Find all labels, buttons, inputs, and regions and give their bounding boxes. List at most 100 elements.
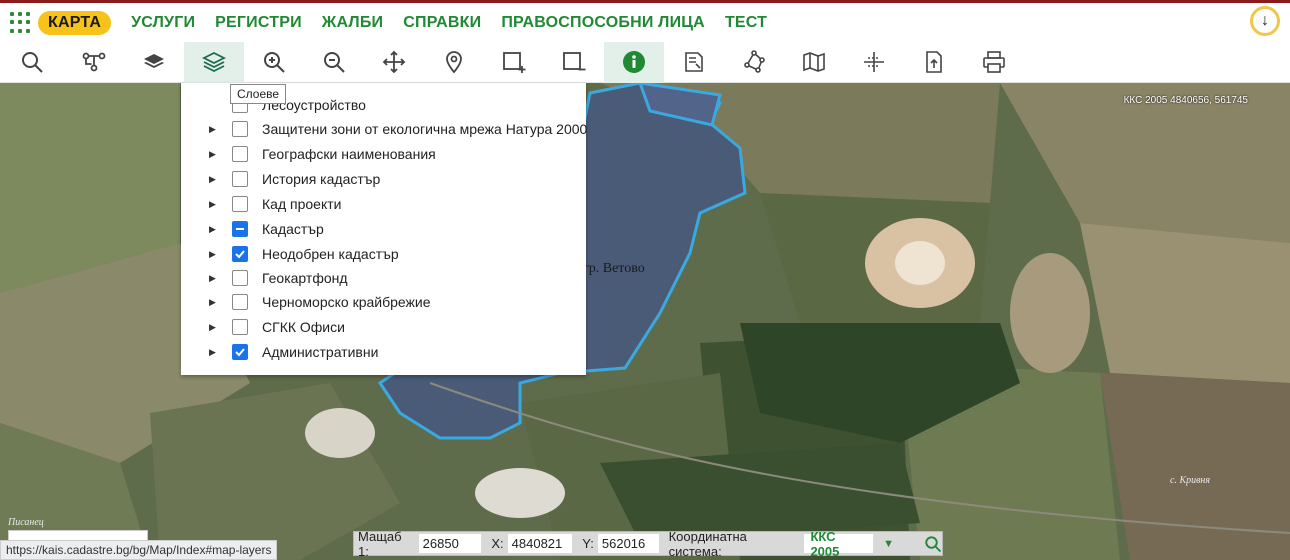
remove-rectangle-tool[interactable] [544,42,604,83]
nav-item-licensed-persons[interactable]: ПРАВОСПОСОБНИ ЛИЦА [501,14,705,32]
nav-item-registers[interactable]: РЕГИСТРИ [215,14,302,32]
zoom-in-tool[interactable] [244,42,304,83]
coordinate-system-select[interactable]: ККС 2005 [804,529,874,559]
layer-row[interactable]: ▶ История кадастър [181,167,586,191]
edit-document-tool[interactable] [664,42,724,83]
remove-rectangle-icon [563,52,586,71]
expand-arrow-icon[interactable]: ▶ [209,199,216,210]
layer-row[interactable]: ▶ Кадастър [181,217,586,241]
expand-arrow-icon[interactable]: ▶ [209,174,216,185]
nav-item-services[interactable]: УСЛУГИ [131,14,195,32]
expand-arrow-icon[interactable]: ▶ [209,322,216,333]
print-tool[interactable] [964,42,1024,83]
map-toolbar [0,41,1290,83]
download-button[interactable]: ↓ [1250,6,1280,36]
checkmark-icon [235,250,245,259]
polygon-tool[interactable] [724,42,784,83]
zoom-in-icon [264,52,285,73]
layer-row[interactable]: ▶ Географски наименования [181,142,586,166]
map-icon [803,52,825,72]
nav-item-map[interactable]: КАРТА [38,10,112,35]
expand-arrow-icon[interactable]: ▶ [209,273,216,284]
layer-label: История кадастър [262,171,381,187]
indeterminate-icon [236,228,244,230]
nav-item-test[interactable]: ТЕСТ [725,14,767,32]
nav-item-references[interactable]: СПРАВКИ [403,14,481,32]
layer-checkbox[interactable] [232,121,248,137]
search-icon [925,535,942,552]
pan-icon [382,50,406,74]
coordinate-readout: ККС 2005 4840656, 561745 [1123,95,1248,106]
layer-row[interactable]: ▶ Неодобрен кадастър [181,242,586,266]
expand-arrow-icon[interactable]: ▶ [209,149,216,160]
coordinate-search-button[interactable] [924,535,942,553]
scale-label: Мащаб 1: [358,528,402,559]
upload-document-tool[interactable] [904,42,964,83]
village-label-2: Писанец [8,517,44,528]
top-navigation: КАРТА УСЛУГИ РЕГИСТРИ ЖАЛБИ СПРАВКИ ПРАВ… [0,0,1290,42]
village-label: с. Кривня [1170,475,1211,486]
print-icon [983,51,1005,73]
layer-checkbox[interactable] [232,319,248,335]
expand-arrow-icon[interactable]: ▶ [209,347,216,358]
expand-arrow-icon[interactable]: ▶ [209,124,216,135]
layers-tooltip: Слоеве [230,84,287,104]
layer-row[interactable]: ▶ Черноморско крайбрежие [181,290,586,314]
checkmark-icon [235,348,245,357]
search-tool[interactable] [0,42,64,83]
y-coordinate-input[interactable]: 562016 [597,534,659,553]
zoom-out-tool[interactable] [304,42,364,83]
layer-row[interactable]: ▶ Геокартфонд [181,266,586,290]
layer-label: Геокартфонд [262,270,348,286]
crosshair-tool[interactable] [844,42,904,83]
add-rectangle-tool[interactable] [484,42,544,83]
map-view-tool[interactable] [784,42,844,83]
nav-item-complaints[interactable]: ЖАЛБИ [322,14,383,32]
route-tool[interactable] [64,42,124,83]
layer-checkbox[interactable] [232,171,248,187]
add-rectangle-icon [503,52,526,73]
info-tool[interactable] [604,41,664,83]
layer-row[interactable]: ▶ Административни [181,340,586,364]
crosshair-icon [864,52,884,72]
route-icon [82,52,106,72]
layer-label: Географски наименования [262,146,436,162]
x-label: X: [491,536,504,551]
layers-tool[interactable] [184,41,244,83]
basemap-icon [144,54,164,68]
layer-row[interactable]: ▶ Защитени зони от екологична мрежа Нату… [181,117,588,141]
zoom-out-icon [324,52,345,73]
layer-label: Административни [262,344,379,360]
layer-checkbox[interactable] [232,270,248,286]
layer-row[interactable]: ▶ Кад проекти [181,192,586,216]
arrow-down-icon: ↓ [1261,12,1269,29]
layer-checkbox[interactable] [232,196,248,212]
expand-arrow-icon[interactable]: ▶ [209,249,216,260]
edit-document-icon [685,52,703,72]
scale-input[interactable]: 26850 [418,534,482,553]
apps-grid-icon[interactable] [10,11,32,34]
pan-tool[interactable] [364,42,424,83]
layer-label: Кад проекти [262,196,342,212]
x-coordinate-input[interactable]: 4840821 [507,534,573,553]
expand-arrow-icon[interactable]: ▶ [209,224,216,235]
layer-label: СГКК Офиси [262,319,345,335]
location-pin-icon [446,51,462,74]
layers-panel: Лесоустройство ▶ Защитени зони от еколог… [181,83,588,375]
location-tool[interactable] [424,42,484,83]
dropdown-arrow-icon[interactable]: ▼ [883,538,894,550]
layer-label: Неодобрен кадастър [262,246,399,262]
layer-checkbox[interactable] [232,344,248,360]
polygon-icon [744,50,765,73]
layer-checkbox[interactable] [232,146,248,162]
layer-label: Защитени зони от екологична мрежа Натура… [262,121,588,137]
basemap-tool[interactable] [124,42,184,83]
coordinate-system-label: Координатна система: [668,528,747,559]
layer-checkbox[interactable] [232,221,248,237]
expand-arrow-icon[interactable]: ▶ [209,297,216,308]
layer-checkbox[interactable] [232,246,248,262]
layer-checkbox[interactable] [232,294,248,310]
nav-items: КАРТА УСЛУГИ РЕГИСТРИ ЖАЛБИ СПРАВКИ ПРАВ… [38,10,787,35]
y-label: Y: [582,536,594,551]
layer-row[interactable]: ▶ СГКК Офиси [181,315,586,339]
